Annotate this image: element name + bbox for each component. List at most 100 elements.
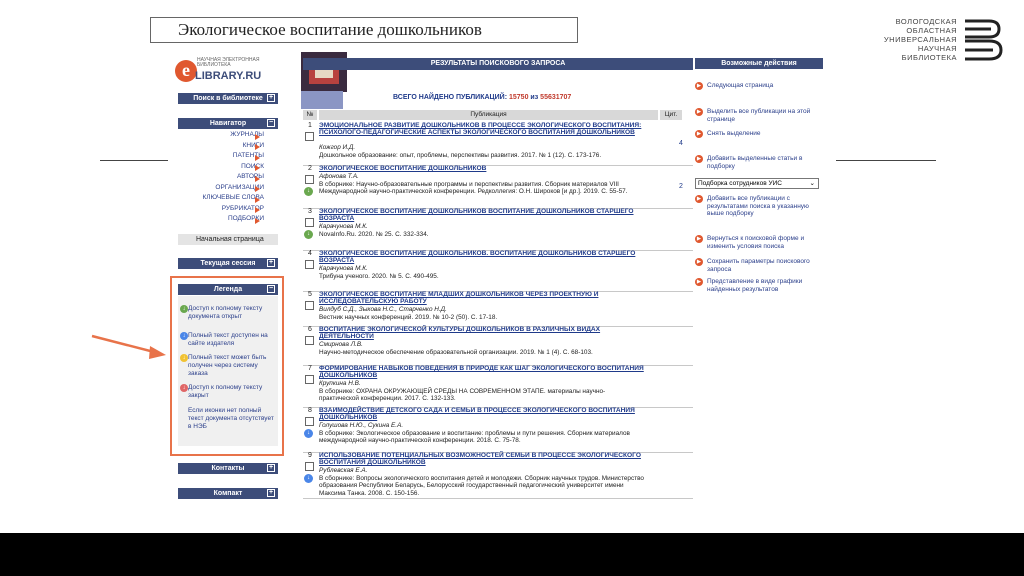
pointer-arrow-icon — [91, 334, 166, 359]
library-logo: ВОЛОГОДСКАЯ ОБЛАСТНАЯ УНИВЕРСАЛЬНАЯ НАУЧ… — [884, 17, 1005, 67]
action-next-page[interactable]: ▶ Следующая страница — [695, 82, 825, 90]
contacts-header[interactable]: Контакты + — [178, 463, 278, 474]
nav-keywords[interactable]: КЛЮЧЕВЫЕ СЛОВА — [178, 193, 264, 204]
action-save-query[interactable]: ▶ Сохранить параметры поискового запроса — [695, 258, 825, 273]
publication-authors[interactable]: Карачунова М.К. — [319, 223, 368, 230]
publication-authors[interactable]: Карачунова М.К. — [319, 265, 368, 272]
chevron-down-icon: ⌄ — [809, 180, 815, 187]
col-num: № — [303, 110, 317, 120]
add-all-icon: ▶ — [695, 195, 703, 203]
navigator-list: ЖУРНАЛЫ КНИГИ ПАТЕНТЫ ПОИСК АВТОРЫ ОРГАН… — [178, 130, 264, 225]
row-checkbox[interactable] — [305, 417, 314, 426]
action-graph[interactable]: ▶ Представление в виде графики найденных … — [695, 278, 825, 293]
download-icon[interactable]: ↓ — [304, 230, 313, 239]
nav-organizations[interactable]: ОРГАНИЗАЦИИ — [178, 183, 264, 194]
nav-rubricator[interactable]: РУБРИКАТОР — [178, 204, 264, 215]
publication-title[interactable]: ВОСПИТАНИЕ ЭКОЛОГИЧЕСКОЙ КУЛЬТУРЫ ДОШКОЛ… — [319, 326, 644, 340]
session-header[interactable]: Текущая сессия + — [178, 258, 278, 269]
publication-authors[interactable]: Крупкина Н.В. — [319, 380, 361, 387]
action-add-to-collection[interactable]: ▶ Добавить выделенные статьи в подборку — [695, 155, 825, 170]
row-number: 8 — [308, 407, 312, 414]
result-row: 4 ЭКОЛОГИЧЕСКОЕ ВОСПИТАНИЕ ДОШКОЛЬНИКОВ. … — [303, 250, 693, 292]
select-icon: ▶ — [695, 108, 703, 116]
action-select-all[interactable]: ▶ Выделить все публикации на этой страниц… — [695, 108, 825, 123]
publication-title[interactable]: ВЗАИМОДЕЙСТВИЕ ДЕТСКОГО САДА И СЕМЬИ В П… — [319, 407, 644, 421]
row-checkbox[interactable] — [305, 175, 314, 184]
expand-icon: + — [267, 94, 275, 102]
publication-authors[interactable]: Голушова Н.Ю., Сукина Е.А. — [319, 422, 403, 429]
home-page-link[interactable]: Начальная страница — [178, 234, 278, 245]
compact-header[interactable]: Компакт + — [178, 488, 278, 499]
publication-source: В сборнике: Экологическое образование и … — [319, 429, 630, 445]
nav-search[interactable]: ПОИСК — [178, 162, 264, 173]
nav-journals[interactable]: ЖУРНАЛЫ — [178, 130, 264, 141]
nav-patents[interactable]: ПАТЕНТЫ — [178, 151, 264, 162]
row-number: 5 — [308, 291, 312, 298]
row-checkbox[interactable] — [305, 462, 314, 471]
publication-source: Вестник научных конференций. 2019. № 10-… — [319, 313, 498, 321]
publication-source: NovaInfo.Ru. 2020. № 25. С. 332-334. — [319, 230, 429, 238]
download-icon[interactable]: ↓ — [304, 474, 313, 483]
slide-title: Экологическое воспитание дошкольников — [178, 20, 482, 39]
row-checkbox[interactable] — [305, 260, 314, 269]
publication-authors[interactable]: Афонова Т.А. — [319, 173, 359, 180]
result-row: 2 ↓ ЭКОЛОГИЧЕСКОЕ ВОСПИТАНИЕ ДОШКОЛЬНИКОВ А… — [303, 165, 693, 209]
publication-title[interactable]: ЭКОЛОГИЧЕСКОЕ ВОСПИТАНИЕ МЛАДШИХ ДОШКОЛЬ… — [319, 291, 644, 305]
col-citations: Цит. — [660, 110, 682, 120]
action-deselect[interactable]: ▶ Снять выделение — [695, 130, 825, 138]
publication-source: Научно-методическое обеспечение образова… — [319, 348, 593, 356]
navigator-header[interactable]: Навигатор − — [178, 118, 278, 129]
publication-authors[interactable]: Вилдуб С.Д., Зыкова Н.С., Старченко Н.Д. — [319, 306, 447, 313]
row-number: 7 — [308, 365, 312, 372]
add-icon: ▶ — [695, 155, 703, 163]
expand-icon: + — [267, 259, 275, 267]
download-icon[interactable]: ↓ — [304, 429, 313, 438]
next-icon: ▶ — [695, 82, 703, 90]
search-section-header[interactable]: Поиск в библиотеке + — [178, 93, 278, 104]
back-icon: ▶ — [695, 235, 703, 243]
publication-title[interactable]: ЭКОЛОГИЧЕСКОЕ ВОСПИТАНИЕ ДОШКОЛЬНИКОВ ВО… — [319, 208, 644, 222]
action-add-all[interactable]: ▶ Добавить все публикации с результатами … — [695, 195, 825, 218]
nav-collections[interactable]: ПОДБОРКИ — [178, 214, 264, 225]
publication-title[interactable]: ЭКОЛОГИЧЕСКОЕ ВОСПИТАНИЕ ДОШКОЛЬНИКОВ. В… — [319, 250, 644, 264]
nav-authors[interactable]: АВТОРЫ — [178, 172, 264, 183]
expand-icon: + — [267, 489, 275, 497]
save-icon: ▶ — [695, 258, 703, 266]
publication-authors[interactable]: Рублевская Е.А. — [319, 467, 367, 474]
publication-authors[interactable]: Смирнова Л.В. — [319, 341, 363, 348]
result-row: 5 ЭКОЛОГИЧЕСКОЕ ВОСПИТАНИЕ МЛАДШИХ ДОШКОЛ… — [303, 291, 693, 327]
publication-title[interactable]: ЭМОЦИОНАЛЬНОЕ РАЗВИТИЕ ДОШКОЛЬНИКОВ В ПР… — [319, 122, 644, 136]
publication-title[interactable]: ИСПОЛЬЗОВАНИЕ ПОТЕНЦИАЛЬНЫХ ВОЗМОЖНОСТЕЙ… — [319, 452, 644, 466]
publication-source: В сборнике: Вопросы экологического воспи… — [319, 474, 644, 497]
graph-icon: ▶ — [695, 278, 703, 286]
collapse-icon: − — [267, 119, 275, 127]
publication-authors[interactable]: Кожгор И.Д. — [319, 144, 355, 151]
row-checkbox[interactable] — [305, 301, 314, 310]
citation-count[interactable]: 4 — [673, 140, 689, 147]
action-back-to-search[interactable]: ▶ Вернуться к поисковой форме и изменить … — [695, 235, 825, 250]
results-header: РЕЗУЛЬТАТЫ ПОИСКОВОГО ЗАПРОСА — [303, 58, 693, 70]
result-row: 7 ФОРМИРОВАНИЕ НАВЫКОВ ПОВЕДЕНИЯ В ПРИРОД… — [303, 365, 693, 408]
legend-highlight-frame — [170, 276, 284, 456]
nav-books[interactable]: КНИГИ — [178, 141, 264, 152]
nav-arrows — [254, 132, 262, 224]
row-number: 3 — [308, 208, 312, 215]
publication-title[interactable]: ЭКОЛОГИЧЕСКОЕ ВОСПИТАНИЕ ДОШКОЛЬНИКОВ — [319, 165, 644, 172]
row-checkbox[interactable] — [305, 218, 314, 227]
download-icon[interactable]: ↓ — [304, 187, 313, 196]
citation-count[interactable]: 2 — [673, 183, 689, 190]
row-checkbox[interactable] — [305, 132, 314, 141]
publication-title[interactable]: ФОРМИРОВАНИЕ НАВЫКОВ ПОВЕДЕНИЯ В ПРИРОДЕ… — [319, 365, 644, 379]
image-strip — [301, 91, 343, 109]
bottom-bar — [0, 533, 1024, 576]
found-count: ВСЕГО НАЙДЕНО ПУБЛИКАЦИЙ: 15750 из 55631… — [393, 94, 572, 101]
actions-header: Возможные действия — [695, 58, 823, 69]
publication-source: В сборнике: Научно-образовательные прогр… — [319, 180, 628, 196]
row-number: 4 — [308, 250, 312, 257]
collection-select[interactable]: Подборка сотрудников УИС ⌄ — [695, 178, 819, 189]
elibrary-logo[interactable]: НАУЧНАЯ ЭЛЕКТРОННАЯ БИБЛИОТЕКА e LIBRARY… — [175, 58, 275, 96]
row-checkbox[interactable] — [305, 375, 314, 384]
row-checkbox[interactable] — [305, 336, 314, 345]
publication-source: В сборнике: ОХРАНА ОКРУЖАЮЩЕЙ СРЕДЫ НА С… — [319, 387, 606, 403]
result-row: 9 ↓ ИСПОЛЬЗОВАНИЕ ПОТЕНЦИАЛЬНЫХ ВОЗМОЖНОСТ… — [303, 452, 693, 499]
